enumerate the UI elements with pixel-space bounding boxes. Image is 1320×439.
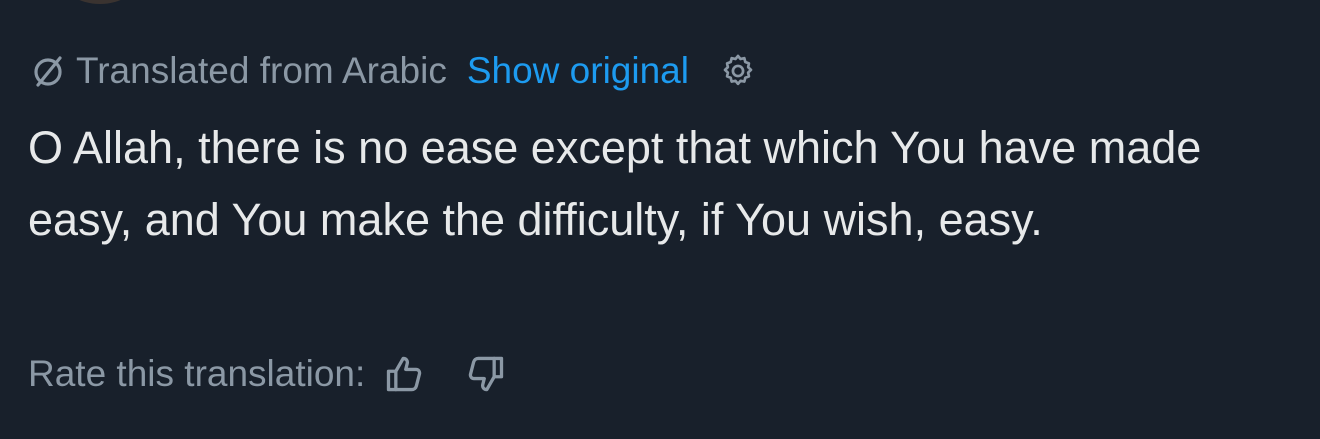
rate-translation-bar: Rate this translation: <box>28 348 509 400</box>
avatar[interactable] <box>60 0 140 4</box>
thumbs-up-icon[interactable] <box>381 350 429 398</box>
translation-bar: Translated from Arabic Show original <box>28 46 759 96</box>
show-original-link[interactable]: Show original <box>467 50 689 92</box>
translated-tweet-text: O Allah, there is no ease except that wh… <box>28 122 1202 245</box>
gear-icon[interactable] <box>717 50 759 92</box>
translated-from-label: Translated from Arabic <box>76 50 447 91</box>
thumbs-down-icon[interactable] <box>461 350 509 398</box>
rate-translation-label: Rate this translation: <box>28 353 366 394</box>
translate-icon <box>28 51 68 91</box>
translated-post: Translated from Arabic Show original O A… <box>0 0 1320 439</box>
